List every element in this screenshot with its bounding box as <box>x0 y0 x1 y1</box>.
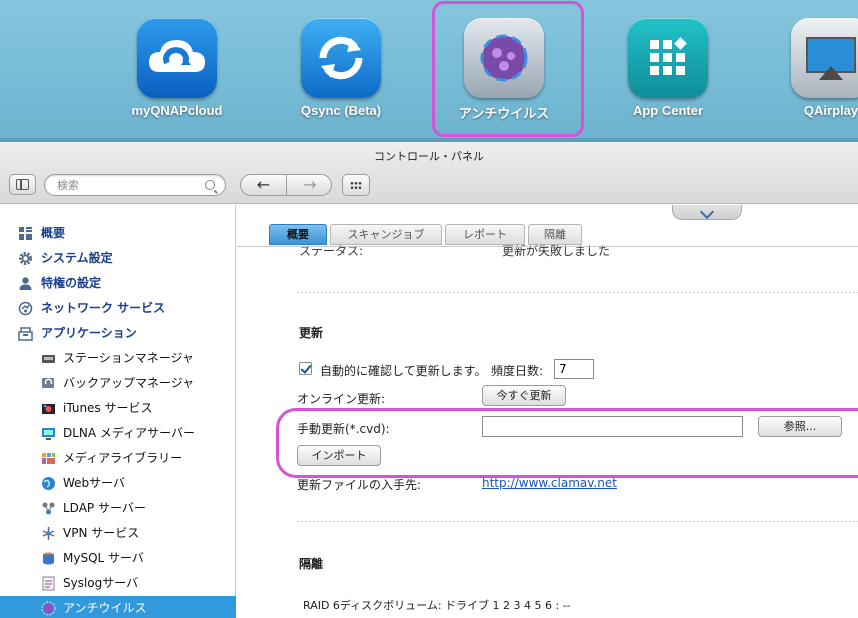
dlna-icon <box>42 428 55 440</box>
sidebar-item-backup-manager[interactable]: バックアップマネージャ <box>0 371 236 396</box>
tab-scan-jobs[interactable]: スキャンジョブ <box>330 224 442 245</box>
app-qsync[interactable]: Qsync (Beta) <box>281 18 401 118</box>
divider <box>297 521 858 522</box>
window-toolbar: コントロール・パネル ← → <box>0 142 858 204</box>
collapse-toolbar-button[interactable] <box>672 205 742 220</box>
forward-button[interactable]: → <box>287 175 331 195</box>
sidebar-item-label: ステーションマネージャ <box>63 351 194 365</box>
grid-icon <box>350 181 362 190</box>
sidebar-item-label: 概要 <box>41 226 66 240</box>
online-update-label: オンライン更新: <box>297 392 386 406</box>
sidebar-item-mysql[interactable]: MySQL サーバ <box>0 546 236 571</box>
sidebar-item-network-services[interactable]: ネットワーク サービス <box>0 296 236 321</box>
globe-icon <box>42 477 55 490</box>
auto-update-checkbox[interactable] <box>299 362 312 375</box>
itunes-icon <box>42 404 55 414</box>
raid-volume-text: RAID 6ディスクボリューム: ドライブ 1 2 3 4 5 6 : -- <box>303 599 571 612</box>
sidebar-item-overview[interactable]: 概要 <box>0 221 236 246</box>
app-bar: myQNAPcloud Qsync (Beta) アンチウイルス App Cen… <box>0 0 858 142</box>
cloud-icon <box>137 18 217 98</box>
window-title: コントロール・パネル <box>374 150 484 163</box>
tab-report[interactable]: レポート <box>445 224 525 245</box>
sidebar-toggle-button[interactable] <box>9 174 36 195</box>
airplay-icon <box>791 18 858 98</box>
sidebar-item-dlna[interactable]: DLNA メディアサーバー <box>0 421 236 446</box>
overview-icon <box>19 227 32 240</box>
sidebar-item-system-settings[interactable]: システム設定 <box>0 246 236 271</box>
sidebar-item-label: ネットワーク サービス <box>41 301 166 315</box>
sidebar-item-label: 特権の設定 <box>41 276 102 290</box>
ldap-icon <box>42 502 55 515</box>
divider <box>297 292 858 293</box>
sidebar-item-web-server[interactable]: Webサーバ <box>0 471 236 496</box>
sidebar-item-label: アンチウイルス <box>63 601 147 615</box>
sidebar-item-label: システム設定 <box>41 251 113 265</box>
network-icon <box>18 301 33 316</box>
backup-icon <box>42 378 54 388</box>
sidebar-item-label: アプリケーション <box>41 326 137 340</box>
frequency-input[interactable] <box>554 359 594 379</box>
app-qairplay[interactable]: QAirplay <box>771 18 858 118</box>
sidebar-item-applications[interactable]: アプリケーション <box>0 321 236 346</box>
sidebar-item-label: LDAP サーバー <box>63 501 146 515</box>
app-myqnapcloud[interactable]: myQNAPcloud <box>117 18 237 118</box>
syslog-icon <box>42 576 55 591</box>
update-now-button[interactable]: 今すぐ更新 <box>482 385 566 406</box>
sidebar-item-vpn[interactable]: VPN サービス <box>0 521 236 546</box>
sidebar-item-ldap-server[interactable]: LDAP サーバー <box>0 496 236 521</box>
update-source-label: 更新ファイルの入手先: <box>297 478 422 492</box>
sidebar-item-privilege-settings[interactable]: 特権の設定 <box>0 271 236 296</box>
app-label: App Center <box>632 103 704 118</box>
applications-icon <box>18 327 33 341</box>
sidebar-item-syslog[interactable]: Syslogサーバ <box>0 571 236 596</box>
app-label: myQNAPcloud <box>131 103 223 118</box>
sidebar-item-label: iTunes サービス <box>63 401 153 415</box>
app-label: QAirplay <box>803 103 858 118</box>
sidebar-item-label: メディアライブラリー <box>63 451 183 465</box>
sidebar-item-antivirus[interactable]: アンチウイルス <box>0 596 236 618</box>
media-library-icon <box>42 453 55 464</box>
sidebar-item-itunes[interactable]: iTunes サービス <box>0 396 236 421</box>
search-icon[interactable] <box>205 180 215 190</box>
sidebar-item-label: DLNA メディアサーバー <box>63 426 195 440</box>
quarantine-heading: 隔離 <box>299 557 324 571</box>
sidebar-item-label: MySQL サーバ <box>63 551 144 565</box>
manual-update-highlight <box>276 408 858 478</box>
app-grid-button[interactable] <box>342 174 370 196</box>
station-icon <box>42 355 55 363</box>
sync-icon <box>301 18 381 98</box>
search-input[interactable] <box>57 178 197 193</box>
sidebar: 概要 システム設定 特権の設定 ネットワーク サービス アプリケーション ステー… <box>0 205 236 618</box>
update-heading: 更新 <box>299 326 324 340</box>
content-panel: ステータス: 更新が失敗しました 概要 スキャンジョブ レポート 隔離 更新 自… <box>237 205 858 618</box>
sidebar-item-label: Syslogサーバ <box>63 576 139 590</box>
auto-update-label: 自動的に確認して更新します。 <box>320 364 487 378</box>
vpn-icon <box>42 527 55 540</box>
gear-icon <box>19 252 32 265</box>
app-label: Qsync (Beta) <box>300 103 382 118</box>
tab-overview[interactable]: 概要 <box>269 224 327 245</box>
tab-quarantine[interactable]: 隔離 <box>528 224 582 245</box>
back-button[interactable]: ← <box>241 175 287 195</box>
navigation-buttons: ← → <box>240 174 332 196</box>
tab-underline <box>237 246 858 247</box>
sidebar-item-label: バックアップマネージャ <box>63 376 195 390</box>
antivirus-app-highlight <box>432 1 584 137</box>
mysql-icon <box>43 552 54 565</box>
sidebar-item-station-manager[interactable]: ステーションマネージャ <box>0 346 236 371</box>
sidebar-icon <box>16 179 29 190</box>
app-grid-icon <box>628 18 708 98</box>
clamav-link[interactable]: http://www.clamav.net <box>482 476 617 490</box>
sidebar-item-label: Webサーバ <box>63 476 126 490</box>
sidebar-item-label: VPN サービス <box>63 526 140 540</box>
app-app-center[interactable]: App Center <box>608 18 728 118</box>
user-icon <box>19 277 32 290</box>
sidebar-item-media-library[interactable]: メディアライブラリー <box>0 446 236 471</box>
antivirus-icon <box>41 601 56 616</box>
frequency-label: 頻度日数: <box>491 364 544 378</box>
search-box[interactable] <box>44 174 226 196</box>
